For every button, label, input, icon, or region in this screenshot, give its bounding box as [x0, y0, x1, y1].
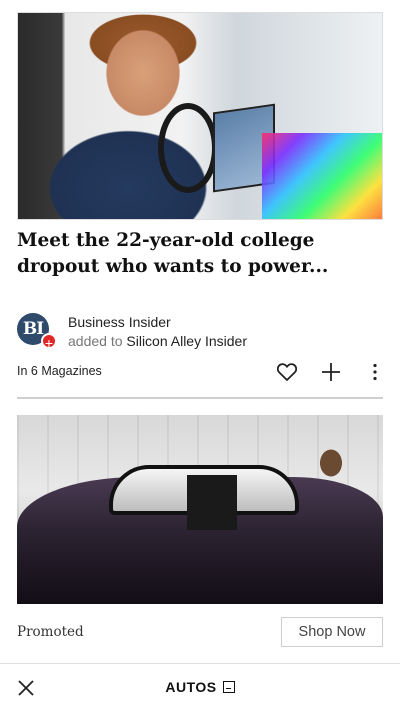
promo-image[interactable]	[17, 415, 383, 604]
source-added-line: added to Silicon Alley Insider	[68, 333, 247, 349]
article-hero-photo	[18, 13, 382, 219]
more-vert-icon[interactable]	[363, 360, 387, 384]
source-name[interactable]: Business Insider	[68, 314, 171, 330]
magazine-link[interactable]: Silicon Alley Insider	[126, 333, 247, 349]
follow-plus-badge-icon[interactable]: +	[41, 333, 57, 351]
shop-now-button[interactable]: Shop Now	[281, 617, 383, 647]
magazine-box-icon	[222, 681, 235, 693]
section-title-text: AUTOS	[165, 679, 217, 695]
car-engine	[187, 475, 237, 530]
section-title[interactable]: AUTOS	[0, 679, 400, 695]
article-actions: In 6 Magazines	[17, 360, 383, 384]
steering-wheel	[158, 103, 218, 193]
in-magazines-count[interactable]: In 6 Magazines	[17, 364, 102, 378]
source-avatar-text: BI	[22, 319, 44, 339]
added-to-label: added to	[68, 333, 123, 349]
promoted-label: Promoted	[17, 624, 84, 640]
plus-icon[interactable]	[319, 360, 343, 384]
article-headline[interactable]: Meet the 22-year-old college dropout who…	[17, 228, 383, 280]
source-row[interactable]: BI + Business Insider added to Silicon A…	[17, 311, 383, 351]
heart-icon[interactable]	[275, 360, 299, 384]
colorful-display	[262, 133, 382, 219]
card-divider	[17, 397, 383, 399]
article-image[interactable]	[17, 12, 383, 220]
bottom-bar: AUTOS	[0, 663, 400, 711]
